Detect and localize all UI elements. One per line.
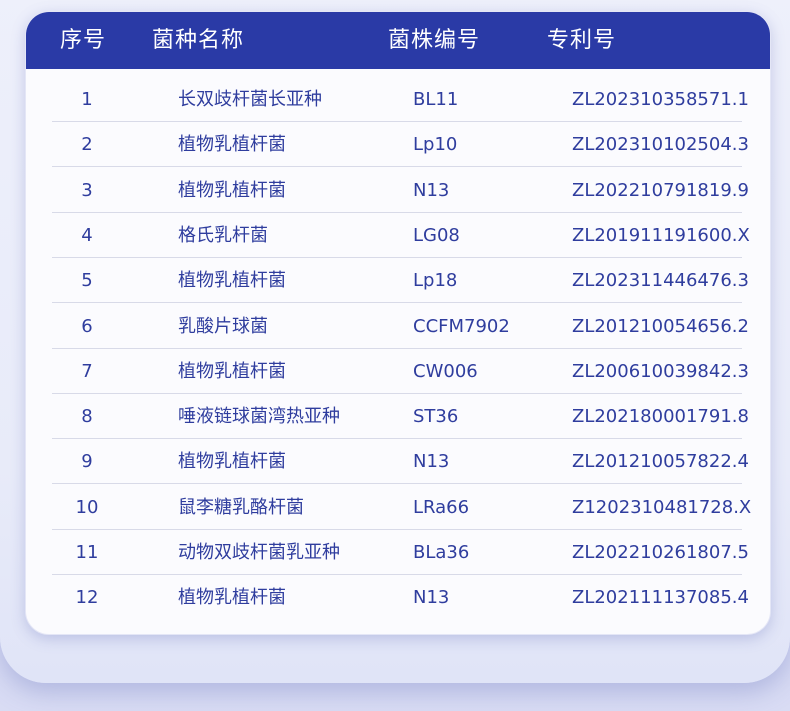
row-patent-cell: ZL202210261807.5 bbox=[572, 542, 749, 563]
row-strain-cell: LRa66 bbox=[413, 496, 470, 518]
row-patent-cell: ZL200610039842.3 bbox=[572, 360, 749, 382]
row-species-cell: 长双歧杆菌长亚种 bbox=[178, 89, 322, 110]
row-species-cell: 植物乳植杆菌 bbox=[178, 451, 286, 473]
row-no-cell: 6 bbox=[81, 315, 93, 337]
row-patent-cell: ZL202310102504.3 bbox=[572, 134, 749, 156]
table-header: 序号 菌种名称 菌株编号 专利号 bbox=[26, 12, 770, 69]
row-species-cell: 植物乳植杆菌 bbox=[178, 179, 286, 201]
row-species-cell: 植物乳植杆菌 bbox=[178, 134, 286, 156]
table-row: 3 植物乳植杆菌 N13 ZL202210791819.9 bbox=[52, 168, 749, 213]
row-strain-cell: LG08 bbox=[413, 224, 460, 246]
row-patent-cell: ZL202111137085.4 bbox=[572, 587, 749, 609]
table-row: 8 唾液链球菌湾热亚种 ST36 ZL202180001791.8 bbox=[52, 394, 749, 440]
row-species-cell: 唾液链球菌湾热亚种 bbox=[178, 406, 340, 428]
header-patent: 专利号 bbox=[547, 28, 617, 53]
row-no-cell: 9 bbox=[81, 451, 93, 473]
row-patent-cell: ZL201911191600.X bbox=[572, 224, 750, 246]
row-no-cell: 4 bbox=[81, 224, 93, 246]
table-row: 7 植物乳植杆菌 CW006 ZL200610039842.3 bbox=[52, 349, 749, 394]
row-strain-cell: N13 bbox=[413, 587, 450, 609]
row-strain-cell: CW006 bbox=[413, 360, 478, 382]
row-no-cell: 5 bbox=[81, 270, 93, 292]
row-no-cell: 11 bbox=[75, 542, 99, 563]
table-row: 10 鼠李糖乳酪杆菌 LRa66 Z1202310481728.X bbox=[52, 485, 751, 530]
row-strain-cell: N13 bbox=[413, 179, 450, 201]
table-row: 1 长双歧杆菌长亚种 BL11 ZL202310358571.1 bbox=[52, 77, 749, 122]
table-row: 6 乳酸片球菌 CCFM7902 ZL201210054656.2 bbox=[52, 304, 749, 349]
row-no-cell: 8 bbox=[81, 406, 93, 428]
table-row: 11 动物双歧杆菌乳亚种 BLa36 ZL202210261807.5 bbox=[52, 530, 749, 575]
row-no-cell: 12 bbox=[75, 587, 99, 609]
row-strain-cell: BLa36 bbox=[413, 542, 470, 563]
header-species: 菌种名称 bbox=[152, 28, 245, 53]
row-species-cell: 植物乳植杆菌 bbox=[178, 270, 286, 292]
header-strain: 菌株编号 bbox=[388, 28, 481, 53]
row-species-cell: 鼠李糖乳酪杆菌 bbox=[178, 496, 304, 518]
row-patent-cell: ZL202210791819.9 bbox=[572, 179, 749, 201]
table-row: 2 植物乳植杆菌 Lp10 ZL202310102504.3 bbox=[52, 122, 749, 168]
row-no-cell: 3 bbox=[81, 179, 93, 201]
row-patent-cell: ZL202180001791.8 bbox=[572, 406, 749, 428]
row-species-cell: 动物双歧杆菌乳亚种 bbox=[178, 542, 340, 563]
row-no-cell: 2 bbox=[81, 134, 93, 156]
table-row: 9 植物乳植杆菌 N13 ZL201210057822.4 bbox=[52, 439, 749, 485]
row-no-cell: 10 bbox=[75, 496, 99, 518]
row-patent-cell: ZL202310358571.1 bbox=[572, 89, 749, 110]
header-no: 序号 bbox=[60, 28, 107, 53]
table-row: 5 植物乳植杆菌 Lp18 ZL202311446476.3 bbox=[52, 258, 749, 304]
row-strain-cell: N13 bbox=[413, 451, 450, 473]
row-patent-cell: ZL201210057822.4 bbox=[572, 451, 749, 473]
row-strain-cell: Lp18 bbox=[413, 270, 458, 292]
row-strain-cell: Lp10 bbox=[413, 134, 458, 156]
row-strain-cell: BL11 bbox=[413, 89, 459, 110]
row-patent-cell: ZL202311446476.3 bbox=[572, 270, 749, 292]
table-row: 4 格氏乳杆菌 LG08 ZL201911191600.X bbox=[52, 213, 750, 258]
row-species-cell: 乳酸片球菌 bbox=[178, 315, 268, 337]
row-no-cell: 1 bbox=[81, 89, 93, 110]
row-patent-cell: Z1202310481728.X bbox=[572, 496, 752, 518]
row-species-cell: 植物乳植杆菌 bbox=[178, 587, 286, 609]
row-strain-cell: ST36 bbox=[413, 406, 459, 428]
row-species-cell: 植物乳植杆菌 bbox=[178, 360, 286, 382]
row-species-cell: 格氏乳杆菌 bbox=[178, 224, 268, 246]
patent-table-card: 序号 菌种名称 菌株编号 专利号 1 长双歧杆菌长亚种 BL11 ZL20231035… bbox=[25, 11, 771, 635]
row-strain-cell: CCFM7902 bbox=[413, 315, 510, 337]
row-patent-cell: ZL201210054656.2 bbox=[572, 315, 749, 337]
row-no-cell: 7 bbox=[81, 360, 93, 382]
table-row: 12 植物乳植杆菌 N13 ZL202111137085.4 bbox=[52, 575, 749, 620]
